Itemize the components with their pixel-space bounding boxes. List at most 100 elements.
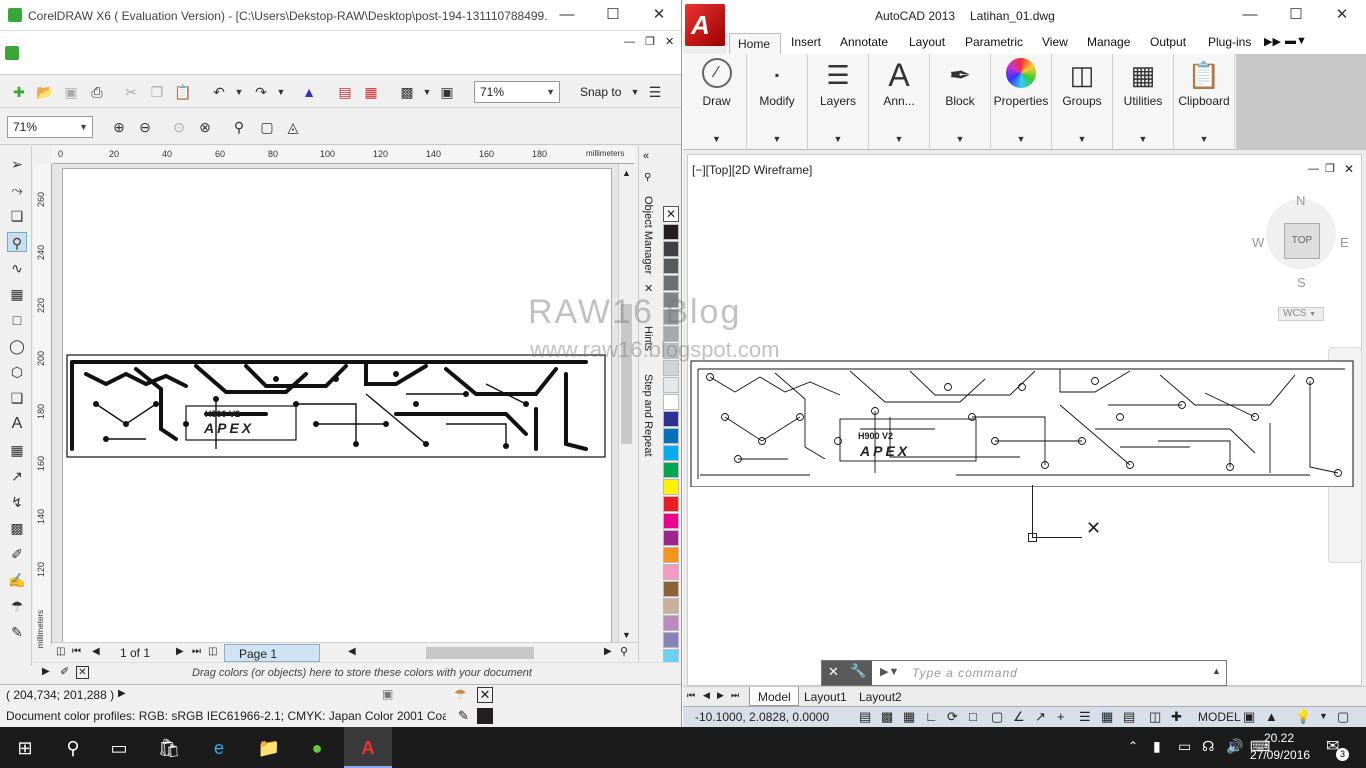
next-page-icon[interactable]: ▶ [176,646,184,657]
status-menu-icon[interactable]: ▼ [1319,711,1328,721]
color-swatch[interactable] [663,581,679,597]
pick-tool-icon[interactable]: ➢ [7,154,27,174]
command-line[interactable]: ✕ 🔧 ▶▼ Type a command ▲ [821,660,1227,686]
first-layout-icon[interactable]: ⏮ [687,690,695,701]
panel-draw[interactable]: ∕ Draw ▼ [687,54,747,150]
zoom-page-icon[interactable]: ⚲ [230,119,248,135]
panel-modify[interactable]: ▪ Modify ▼ [747,54,808,150]
open-icon[interactable]: 📂 [36,84,54,100]
zoom-page-width-icon[interactable]: ▢ [258,119,276,135]
status-arrow-icon[interactable]: ▶ [118,688,126,699]
tab-annotate[interactable]: Annotate [840,35,888,49]
search-icon[interactable]: ⚲ [58,733,88,763]
customize-icon[interactable]: 🔧 [850,663,866,679]
interactive-tool-icon[interactable]: ▩ [7,518,27,538]
zoom-selected-icon[interactable]: ⊙ [170,119,188,135]
3d-osnap-icon[interactable]: ▢ [991,709,1003,725]
corel-close-button[interactable]: ✕ [636,0,681,30]
scroll-left-icon[interactable]: ◀ [348,646,356,657]
fill-swatch[interactable]: ✕ [477,687,493,703]
viewcube-south[interactable]: S [1297,275,1306,290]
pcb-artwork-autocad[interactable] [690,357,1356,487]
color-swatch[interactable] [663,411,679,427]
vertical-scrollbar[interactable]: ▲ ▼ [618,164,634,644]
task-view-icon[interactable]: ▭ [104,733,134,763]
doc-restore-icon[interactable]: ❐ [645,35,655,48]
horizontal-scroll-thumb[interactable] [426,647,534,659]
zoom-tool-icon[interactable]: ⚲ [7,232,27,252]
connector-tool-icon[interactable]: ↯ [7,492,27,512]
search-content-icon[interactable]: ▲ [300,84,318,100]
pin-icon[interactable]: ⚲ [644,172,651,183]
dynamic-input-icon[interactable]: + [1057,709,1065,724]
page-tab[interactable]: Page 1 [224,644,320,662]
eyedropper-icon[interactable]: ✐ [60,665,69,678]
volume-icon[interactable]: 🔊 [1226,738,1243,755]
snap-icon[interactable]: ▣ [382,687,393,701]
acad-maximize-button[interactable]: ☐ [1273,0,1319,30]
color-swatch[interactable] [663,241,679,257]
acad-minimize-button[interactable]: — [1227,0,1273,30]
basic-shapes-icon[interactable]: ❏ [7,388,27,408]
polar-tracking-icon[interactable]: ⟳ [947,709,958,725]
color-swatch[interactable] [663,547,679,563]
tab-manage[interactable]: Manage [1087,35,1130,49]
ortho-mode-icon[interactable]: ∟ [925,709,938,724]
outline-swatch[interactable] [477,708,493,724]
clean-screen-icon[interactable]: ▢ [1337,709,1349,725]
undo-dropdown-icon[interactable]: ▼ [230,84,248,100]
redo-icon[interactable]: ↷ [252,84,270,100]
zoom-in-icon[interactable]: ⊕ [110,119,128,135]
outline-tool-icon[interactable]: ✍ [7,570,27,590]
import-icon[interactable]: ▤ [336,84,354,100]
command-history-icon[interactable]: ▲ [1212,666,1221,676]
color-swatch[interactable] [663,275,679,291]
color-swatch[interactable] [663,445,679,461]
doc-minimize-icon[interactable]: — [624,36,635,48]
viewcube-north[interactable]: N [1296,193,1305,208]
corel-maximize-button[interactable]: ☐ [590,0,636,30]
last-layout-icon[interactable]: ⏭ [731,690,739,701]
workspace-icon[interactable]: 💡 [1295,709,1311,725]
save-icon[interactable]: ▣ [62,84,80,100]
table-tool-icon[interactable]: ▦ [7,440,27,460]
color-swatch[interactable] [663,462,679,478]
grid-display-icon[interactable]: ▦ [903,709,915,725]
autocad-taskbar-button[interactable]: A [344,727,392,768]
rectangle-tool-icon[interactable]: □ [7,310,27,330]
add-page-after-icon[interactable]: ◫ [208,646,217,657]
polygon-tool-icon[interactable]: ⬡ [7,362,27,382]
color-swatch[interactable] [663,258,679,274]
tab-layout2[interactable]: Layout2 [859,690,902,704]
color-swatch[interactable] [663,632,679,648]
quick-view-icon[interactable]: ▣ [1243,709,1255,725]
tab-model[interactable]: Model [749,687,799,706]
fill-indicator-icon[interactable]: ☂ [454,686,467,703]
color-swatch[interactable] [663,224,679,240]
more-tabs-icon[interactable]: ▶▶ [1264,35,1281,48]
panel-annotation[interactable]: A Ann... ▼ [869,54,930,150]
viewcube-west[interactable]: W [1252,235,1264,250]
viewcube-top-face[interactable]: TOP [1284,223,1320,259]
clock-time[interactable]: 20.22 [1264,731,1294,745]
panel-clipboard[interactable]: 📋 Clipboard ▼ [1174,54,1235,150]
show-hidden-icons[interactable]: ⌃ [1128,739,1138,753]
vp-close-icon[interactable]: ✕ [1344,162,1354,176]
ellipse-tool-icon[interactable]: ◯ [7,336,27,356]
battery-icon[interactable]: ▭ [1178,738,1191,755]
prev-page-icon[interactable]: ◀ [92,646,100,657]
export-icon[interactable]: ▦ [362,84,380,100]
dimension-tool-icon[interactable]: ↗ [7,466,27,486]
document-color-profiles[interactable]: Document color profiles: RGB: sRGB IEC61… [6,709,446,723]
snap-mode-icon[interactable]: ▩ [881,709,893,725]
first-page-icon[interactable]: ⏮ [72,646,81,657]
options-icon[interactable]: ☰ [646,84,664,100]
navigator-icon[interactable]: ⚲ [620,645,628,658]
new-document-icon[interactable]: ✚ [10,84,28,100]
outline-indicator-icon[interactable]: ✎ [458,708,469,724]
color-swatch[interactable] [663,496,679,512]
tab-home[interactable]: Home [729,33,781,54]
clock-date[interactable]: 27/09/2016 [1250,748,1310,762]
launcher-dropdown-icon[interactable]: ▼ [418,84,436,100]
redo-dropdown-icon[interactable]: ▼ [272,84,290,100]
